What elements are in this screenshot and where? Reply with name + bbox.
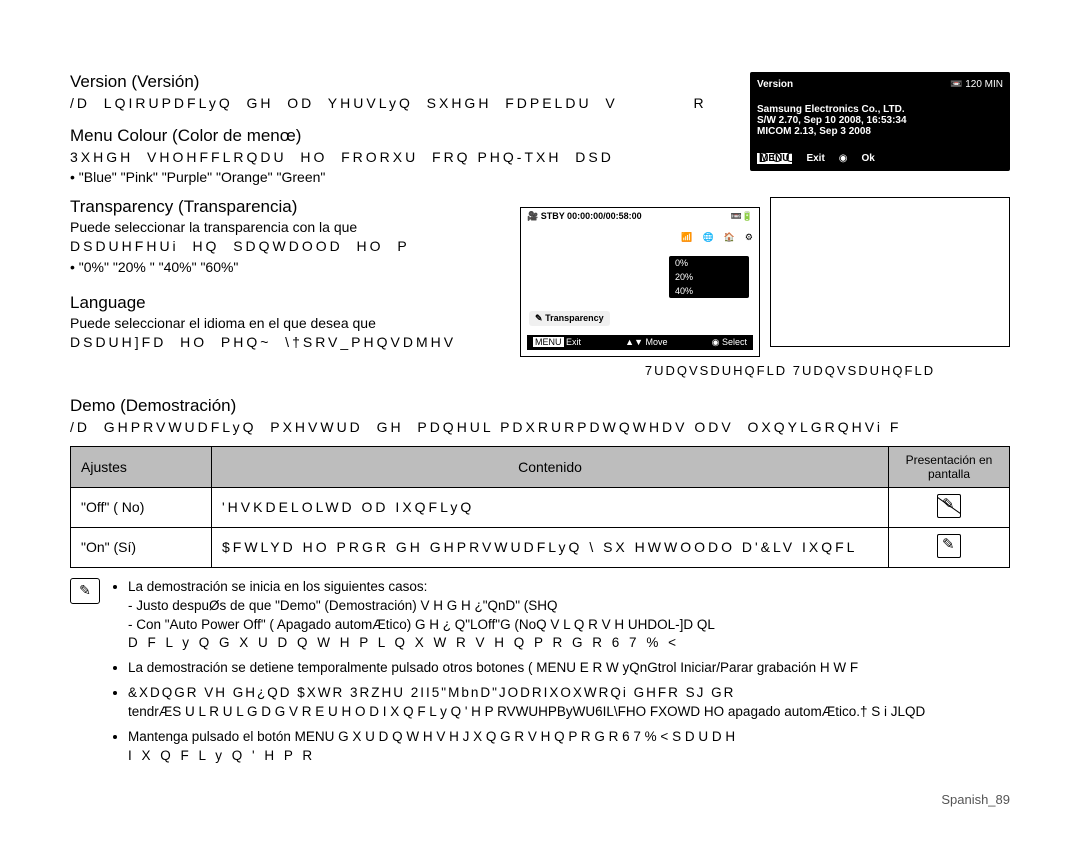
version-card-micom: MICOM 2.13, Sep 3 2008 <box>757 126 1003 137</box>
note-1: La demostración se inicia en los siguien… <box>128 578 925 654</box>
td-off: "Off" ( No) <box>71 487 212 527</box>
th-presentacion: Presentación en pantalla <box>889 446 1010 487</box>
mini-caption: 7UDQVSDUHQFLD 7UDQVSDUHQFLD <box>570 363 1010 378</box>
note-2: La demostración se detiene temporalmente… <box>128 659 925 678</box>
menu-colour-options: • "Blue" "Pink" "Purple" "Orange" "Green… <box>70 169 1010 185</box>
pencil-off-icon <box>937 494 961 518</box>
ok-label: Ok <box>862 153 875 164</box>
note-icon: ✎ <box>70 578 100 604</box>
note-list: La demostración se inicia en los siguien… <box>110 578 925 772</box>
td-off-icon <box>889 487 1010 527</box>
mini-move: Move <box>645 337 667 347</box>
transparency-tag: Transparency <box>545 313 604 323</box>
td-on: "On" (Sí) <box>71 527 212 567</box>
mini-select: Select <box>722 337 747 347</box>
stby-label: STBY 00:00:00/00:58:00 <box>541 211 642 221</box>
version-card-title: Version <box>757 79 793 90</box>
transparency-options: 0% 20% 40% <box>669 256 749 298</box>
demo-title: Demo (Demostración) <box>70 396 1010 416</box>
note-3: &XDQGR VH GH¿QD $XWR 3RZHU 2II5"MbnD"JOD… <box>128 684 925 722</box>
transparency-preview-card: 🎥 STBY 00:00:00/00:58:00 📼🔋 📶🌐🏠⚙ 0% 20% … <box>520 207 760 357</box>
mini-menu: MENU <box>533 337 564 347</box>
td-on-desc: $FWLYD HO PRGR GH GHPRVWUDFLyQ \ SX HWWO… <box>212 527 889 567</box>
demo-line: /D GHPRVWUDFLyQ PXHVWUD GH PDQHUL PDXRUR… <box>70 418 1010 438</box>
opt-20: 20% <box>669 270 749 284</box>
opt-40: 40% <box>669 284 749 298</box>
page-number: Spanish_89 <box>70 792 1010 807</box>
blank-preview-card <box>770 197 1010 347</box>
version-card-min: 📼 120 MIN <box>950 79 1003 90</box>
td-on-icon <box>889 527 1010 567</box>
version-card-company: Samsung Electronics Co., LTD. <box>757 104 1003 115</box>
opt-0: 0% <box>669 256 749 270</box>
ok-dot: ◉ <box>839 153 848 164</box>
mini-exit: Exit <box>566 337 581 347</box>
th-ajustes: Ajustes <box>71 446 212 487</box>
exit-label: Exit <box>806 153 824 164</box>
demo-table: Ajustes Contenido Presentación en pantal… <box>70 446 1010 568</box>
version-card-sw: S/W 2.70, Sep 10 2008, 16:53:34 <box>757 115 1003 126</box>
th-contenido: Contenido <box>212 446 889 487</box>
td-off-desc: 'HVKDELOLWD OD IXQFLyQ <box>212 487 889 527</box>
pencil-on-icon <box>937 534 961 558</box>
note-4: Mantenga pulsado el botón MENU G X U D Q… <box>128 728 925 766</box>
